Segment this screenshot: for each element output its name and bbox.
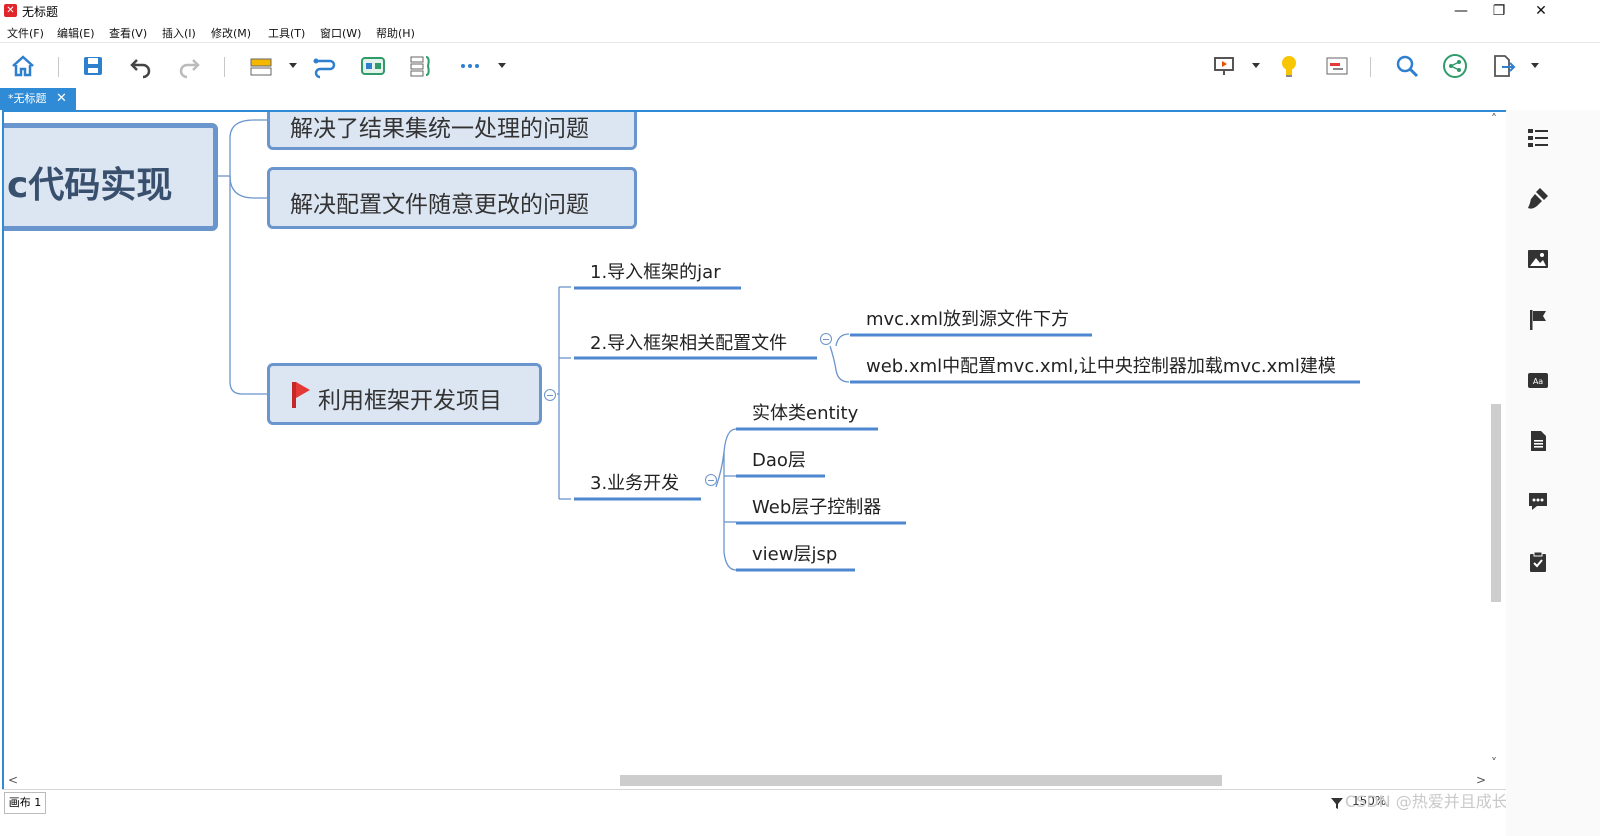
subtopic-label[interactable]: Dao层 (752, 446, 806, 472)
notes-icon[interactable] (1526, 429, 1550, 453)
menu-insert[interactable]: 插入(I) (162, 25, 196, 41)
main-topic-label: 解决配置文件随意更改的问题 (290, 192, 589, 218)
collapse-toggle-icon[interactable] (544, 389, 556, 401)
format-brush-icon[interactable] (1526, 186, 1550, 210)
scroll-left-arrow[interactable]: < (8, 773, 18, 787)
menu-view[interactable]: 查看(V) (109, 25, 147, 41)
menu-tools[interactable]: 工具(T) (268, 25, 305, 41)
subtopic-label[interactable]: web.xml中配置mvc.xml,让中央控制器加载mvc.xml建模 (866, 352, 1336, 378)
menu-modify[interactable]: 修改(M) (211, 25, 251, 41)
marker-flag-icon[interactable] (1526, 308, 1550, 332)
toolbar-separator (224, 57, 225, 77)
restore-button[interactable]: ❐ (1476, 0, 1522, 22)
close-button[interactable]: ✕ (1518, 0, 1564, 22)
mindmap-canvas[interactable]: c代码实现 解决了结果集统一处理的问题 解决配置文件随意更改的问题 利用框架开发… (2, 110, 1506, 815)
main-topic[interactable]: 解决了结果集统一处理的问题 (267, 112, 637, 150)
subtopic-label[interactable]: 2.导入框架相关配置文件 (590, 329, 787, 355)
vertical-scroll-thumb[interactable] (1491, 404, 1501, 602)
more-dropdown-icon[interactable] (498, 63, 506, 68)
brainstorm-lightbulb-icon[interactable] (1276, 53, 1302, 79)
close-tab-icon[interactable]: ✕ (56, 88, 67, 110)
toolbar (0, 42, 1600, 89)
subtopic-label[interactable]: 1.导入框架的jar (590, 258, 721, 284)
watermark: CSDN @热爱并且成长着 (1345, 792, 1524, 811)
svg-text:Aa: Aa (1533, 377, 1543, 386)
menu-bar: 文件(F) 编辑(E) 查看(V) 插入(I) 修改(M) 工具(T) 窗口(W… (0, 22, 1600, 42)
window-title: 无标题 (22, 5, 59, 19)
status-bar: 画布 1 150% (2, 789, 1506, 816)
share-icon[interactable] (1442, 53, 1468, 79)
vertical-scrollbar[interactable]: ˄ ˅ (1488, 112, 1504, 772)
topic-dropdown-icon[interactable] (289, 63, 297, 68)
menu-file[interactable]: 文件(F) (7, 25, 44, 41)
image-icon[interactable] (1526, 247, 1550, 271)
main-topic-label: 解决了结果集统一处理的问题 (290, 116, 589, 142)
gantt-icon[interactable] (1324, 53, 1350, 79)
sticker-icon[interactable]: Aa (1526, 368, 1550, 392)
toolbar-separator (58, 57, 59, 77)
presentation-icon[interactable] (1211, 53, 1237, 79)
right-panel: Aa (1506, 110, 1600, 836)
xmind-logo-icon: ✕ (4, 4, 17, 17)
collapse-toggle-icon[interactable] (820, 333, 832, 345)
central-topic-label: c代码实现 (7, 165, 173, 206)
task-icon[interactable] (1526, 550, 1550, 574)
document-tabs: *无标题 ✕ (0, 88, 1600, 110)
main-topic-label: 利用框架开发项目 (318, 388, 502, 414)
outline-icon[interactable] (1526, 126, 1550, 150)
undo-icon[interactable] (128, 53, 154, 79)
horizontal-scrollbar[interactable]: < > (4, 772, 1488, 789)
export-dropdown-icon[interactable] (1531, 63, 1539, 68)
scroll-down-arrow[interactable]: ˅ (1491, 756, 1497, 770)
horizontal-scroll-thumb[interactable] (620, 775, 1222, 786)
subtopic-label[interactable]: view层jsp (752, 540, 837, 566)
summary-icon[interactable] (408, 53, 434, 79)
save-icon[interactable] (80, 53, 106, 79)
menu-window[interactable]: 窗口(W) (320, 25, 361, 41)
flag-icon-pennant (296, 382, 310, 398)
boundary-icon[interactable] (360, 53, 386, 79)
redo-icon[interactable] (176, 53, 202, 79)
document-tab[interactable]: *无标题 ✕ (0, 88, 76, 110)
more-icon[interactable] (457, 53, 483, 79)
subtopic-label[interactable]: mvc.xml放到源文件下方 (866, 305, 1069, 331)
subtopic-label[interactable]: 实体类entity (752, 399, 858, 425)
subtopic-label[interactable]: Web层子控制器 (752, 493, 881, 519)
comment-icon[interactable] (1526, 489, 1550, 513)
subtopic-label[interactable]: 3.业务开发 (590, 469, 679, 495)
central-topic[interactable]: c代码实现 (4, 123, 218, 231)
document-tab-label: *无标题 (8, 92, 47, 105)
search-icon[interactable] (1394, 53, 1420, 79)
presentation-dropdown-icon[interactable] (1252, 63, 1260, 68)
filter-icon[interactable] (1330, 795, 1344, 814)
menu-edit[interactable]: 编辑(E) (57, 25, 95, 41)
title-bar: ✕ 无标题 — ❐ ✕ (0, 0, 1600, 22)
main-topic[interactable]: 利用框架开发项目 (267, 363, 542, 425)
export-icon[interactable] (1490, 53, 1516, 79)
sheet-tab[interactable]: 画布 1 (4, 792, 46, 814)
relationship-icon[interactable] (312, 53, 338, 79)
toolbar-separator (1370, 57, 1371, 77)
topic-icon[interactable] (248, 53, 274, 79)
scroll-up-arrow[interactable]: ˄ (1491, 112, 1497, 126)
home-icon[interactable] (10, 53, 36, 79)
collapse-toggle-icon[interactable] (705, 474, 717, 486)
scroll-right-arrow[interactable]: > (1476, 773, 1486, 787)
menu-help[interactable]: 帮助(H) (376, 25, 415, 41)
main-topic[interactable]: 解决配置文件随意更改的问题 (267, 167, 637, 229)
